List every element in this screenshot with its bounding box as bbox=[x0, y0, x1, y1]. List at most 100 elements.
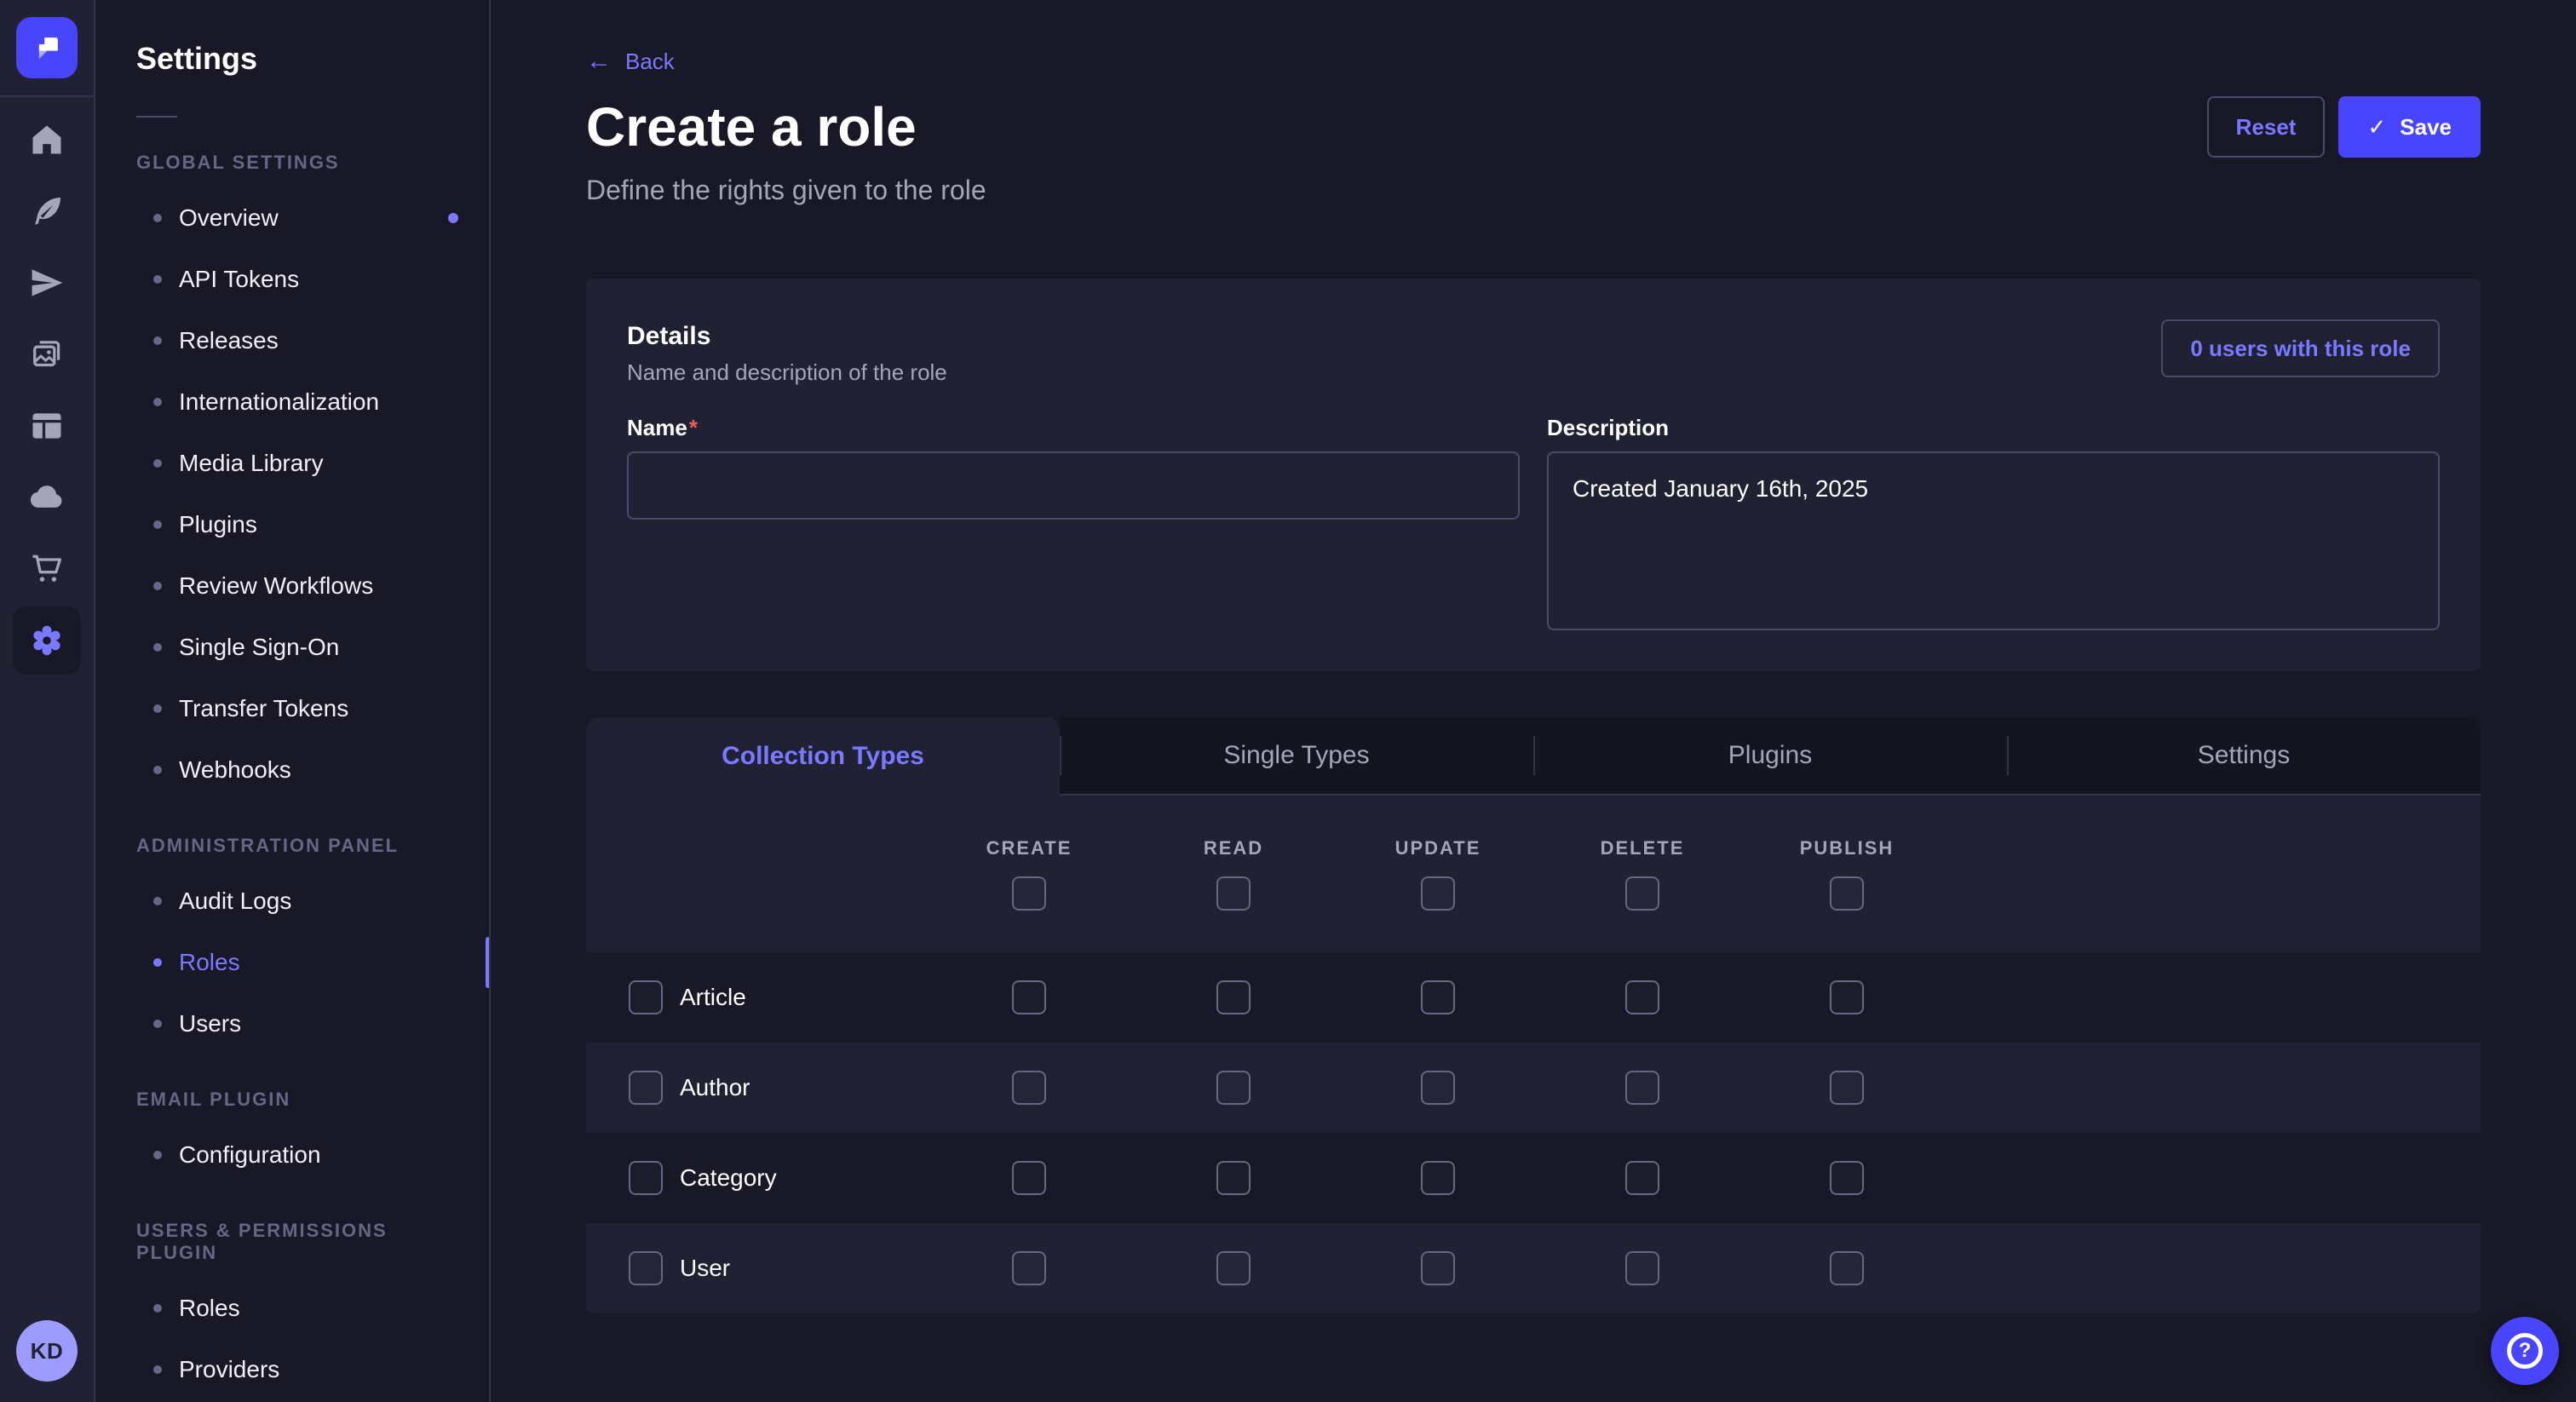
layout-icon[interactable] bbox=[13, 392, 81, 460]
subnav-item-global-settings-transfer-tokens[interactable]: Transfer Tokens bbox=[95, 678, 489, 739]
back-label: Back bbox=[625, 48, 675, 75]
bullet-icon bbox=[153, 897, 162, 905]
checkbox-all-delete[interactable] bbox=[1625, 876, 1659, 911]
checkbox-author-read[interactable] bbox=[1216, 1071, 1251, 1105]
checkbox-category-update[interactable] bbox=[1421, 1161, 1455, 1195]
cart-icon[interactable] bbox=[13, 535, 81, 603]
checkbox-user-delete[interactable] bbox=[1625, 1251, 1659, 1285]
tab-settings[interactable]: Settings bbox=[2007, 717, 2481, 796]
subnav-item-label: Single Sign-On bbox=[179, 634, 458, 661]
media-library-icon[interactable] bbox=[13, 320, 81, 388]
checkbox-category-delete[interactable] bbox=[1625, 1161, 1659, 1195]
tab-collection-types[interactable]: Collection Types bbox=[586, 717, 1060, 796]
check-icon: ✓ bbox=[2367, 114, 2386, 141]
checkbox-user-create[interactable] bbox=[1012, 1251, 1046, 1285]
back-arrow-icon: ← bbox=[586, 48, 612, 75]
subnav-item-global-settings-review-workflows[interactable]: Review Workflows bbox=[95, 555, 489, 617]
details-card-title: Details bbox=[627, 319, 947, 353]
bullet-icon bbox=[153, 398, 162, 406]
help-button[interactable]: ? bbox=[2491, 1317, 2559, 1385]
checkbox-article-read[interactable] bbox=[1216, 980, 1251, 1014]
checkbox-row-user[interactable] bbox=[629, 1251, 663, 1285]
save-button[interactable]: ✓ Save bbox=[2338, 96, 2481, 158]
home-icon[interactable] bbox=[13, 106, 81, 174]
row-label: Author bbox=[680, 1074, 750, 1101]
table-row-article: Article bbox=[586, 952, 2481, 1043]
subnav-item-global-settings-internationalization[interactable]: Internationalization bbox=[95, 371, 489, 433]
checkbox-row-category[interactable] bbox=[629, 1161, 663, 1195]
checkbox-category-create[interactable] bbox=[1012, 1161, 1046, 1195]
checkbox-all-update[interactable] bbox=[1421, 876, 1455, 911]
checkbox-author-delete[interactable] bbox=[1625, 1071, 1659, 1105]
reset-button[interactable]: Reset bbox=[2207, 96, 2326, 158]
details-card: Details Name and description of the role… bbox=[586, 279, 2481, 671]
checkbox-all-create[interactable] bbox=[1012, 876, 1046, 911]
checkbox-article-publish[interactable] bbox=[1830, 980, 1864, 1014]
notification-dot bbox=[448, 213, 458, 223]
row-label: Article bbox=[680, 984, 746, 1011]
subnav-item-label: Transfer Tokens bbox=[179, 695, 458, 722]
checkbox-category-publish[interactable] bbox=[1830, 1161, 1864, 1195]
checkbox-user-read[interactable] bbox=[1216, 1251, 1251, 1285]
page-title: Create a role bbox=[586, 93, 917, 161]
table-row-author: Author bbox=[586, 1043, 2481, 1133]
bullet-icon bbox=[153, 1020, 162, 1028]
subnav-item-label: API Tokens bbox=[179, 266, 458, 293]
tab-plugins[interactable]: Plugins bbox=[1533, 717, 2007, 796]
checkbox-article-update[interactable] bbox=[1421, 980, 1455, 1014]
bullet-icon bbox=[153, 582, 162, 590]
subnav-item-global-settings-webhooks[interactable]: Webhooks bbox=[95, 739, 489, 801]
subnav-item-global-settings-api-tokens[interactable]: API Tokens bbox=[95, 249, 489, 310]
subnav-item-label: Users bbox=[179, 1010, 458, 1037]
bullet-icon bbox=[153, 766, 162, 774]
save-label: Save bbox=[2400, 114, 2452, 141]
checkbox-author-create[interactable] bbox=[1012, 1071, 1046, 1105]
checkbox-all-read[interactable] bbox=[1216, 876, 1251, 911]
bullet-icon bbox=[153, 459, 162, 468]
settings-subnav: Settings GLOBAL SETTINGSOverviewAPI Toke… bbox=[95, 0, 491, 1402]
checkbox-article-delete[interactable] bbox=[1625, 980, 1659, 1014]
checkbox-user-publish[interactable] bbox=[1830, 1251, 1864, 1285]
subnav-item-email-plugin-configuration[interactable]: Configuration bbox=[95, 1124, 489, 1186]
subnav-item-label: Review Workflows bbox=[179, 572, 458, 600]
column-header-update: UPDATE bbox=[1395, 837, 1481, 859]
checkbox-author-update[interactable] bbox=[1421, 1071, 1455, 1105]
role-description-textarea[interactable]: Created January 16th, 2025 bbox=[1547, 451, 2440, 630]
subnav-item-label: Audit Logs bbox=[179, 888, 458, 915]
gear-icon[interactable] bbox=[13, 606, 81, 675]
subnav-item-global-settings-plugins[interactable]: Plugins bbox=[95, 494, 489, 555]
subnav-item-global-settings-releases[interactable]: Releases bbox=[95, 310, 489, 371]
cloud-icon[interactable] bbox=[13, 463, 81, 531]
role-name-input[interactable] bbox=[627, 451, 1520, 520]
strapi-logo-glyph bbox=[28, 29, 66, 66]
checkbox-row-author[interactable] bbox=[629, 1071, 663, 1105]
subnav-item-administration-panel-roles[interactable]: Roles bbox=[95, 932, 489, 993]
subnav-item-users-permissions-plugin-roles[interactable]: Roles bbox=[95, 1278, 489, 1339]
tab-single-types[interactable]: Single Types bbox=[1060, 717, 1533, 796]
subnav-item-label: Roles bbox=[179, 1295, 458, 1322]
column-header-delete: DELETE bbox=[1601, 837, 1685, 859]
subnav-item-label: Internationalization bbox=[179, 388, 458, 416]
subnav-item-users-permissions-plugin-providers[interactable]: Providers bbox=[95, 1339, 489, 1400]
checkbox-user-update[interactable] bbox=[1421, 1251, 1455, 1285]
subnav-item-global-settings-media-library[interactable]: Media Library bbox=[95, 433, 489, 494]
bullet-icon bbox=[153, 1151, 162, 1159]
checkbox-all-publish[interactable] bbox=[1830, 876, 1864, 911]
checkbox-article-create[interactable] bbox=[1012, 980, 1046, 1014]
section-label-global-settings: GLOBAL SETTINGS bbox=[95, 152, 489, 174]
paper-plane-icon[interactable] bbox=[13, 249, 81, 317]
checkbox-category-read[interactable] bbox=[1216, 1161, 1251, 1195]
checkbox-author-publish[interactable] bbox=[1830, 1071, 1864, 1105]
strapi-logo[interactable] bbox=[16, 17, 78, 78]
bullet-icon bbox=[153, 704, 162, 713]
users-with-role-button[interactable]: 0 users with this role bbox=[2161, 319, 2440, 377]
subnav-item-global-settings-overview[interactable]: Overview bbox=[95, 187, 489, 249]
back-link[interactable]: ← Back bbox=[586, 48, 675, 75]
subnav-item-administration-panel-users[interactable]: Users bbox=[95, 993, 489, 1054]
user-avatar[interactable]: KD bbox=[16, 1320, 78, 1382]
checkbox-row-article[interactable] bbox=[629, 980, 663, 1014]
subnav-item-global-settings-single-sign-on[interactable]: Single Sign-On bbox=[95, 617, 489, 678]
feather-icon[interactable] bbox=[13, 177, 81, 245]
subnav-item-administration-panel-audit-logs[interactable]: Audit Logs bbox=[95, 871, 489, 932]
subnav-title-divider bbox=[136, 116, 177, 118]
